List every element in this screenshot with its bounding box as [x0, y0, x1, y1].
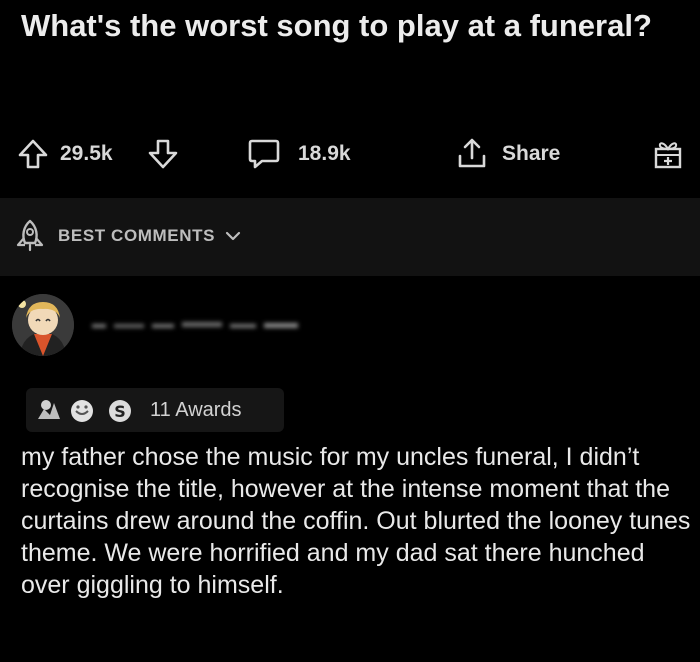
- rocket-icon: [16, 219, 44, 252]
- awards-row[interactable]: S 11 Awards: [26, 388, 284, 432]
- upvote-arrow-icon: [18, 139, 48, 169]
- upvote-button[interactable]: [16, 128, 50, 180]
- svg-text:S: S: [114, 402, 126, 421]
- post-action-bar: 29.5k 18.9k Share: [0, 128, 700, 180]
- comment-count: 18.9k: [298, 142, 351, 165]
- vote-count: 29.5k: [60, 142, 113, 165]
- gift-box-icon: [654, 142, 682, 169]
- wholesome-award-icon: [71, 400, 93, 422]
- blurred-username: [92, 322, 298, 328]
- awards-count: 11 Awards: [150, 398, 242, 421]
- award-button[interactable]: [650, 128, 686, 180]
- comment-sort-bar: BEST COMMENTS: [0, 198, 700, 276]
- share-icon: [458, 138, 486, 168]
- post-title: What's the worst song to play at a funer…: [21, 8, 652, 43]
- comment-header: [10, 292, 690, 364]
- downvote-button[interactable]: [146, 128, 180, 180]
- silver-award-icon: S: [109, 400, 131, 422]
- award-badge-icon: [38, 400, 60, 419]
- comment-body: my father chose the music for my uncles …: [21, 443, 691, 599]
- downvote-arrow-icon: [148, 139, 178, 169]
- avatar-illustration-icon: [12, 294, 74, 356]
- comment-bubble-icon: [248, 139, 280, 169]
- share-label: Share: [502, 142, 561, 165]
- sort-label: BEST COMMENTS: [58, 226, 216, 245]
- user-avatar[interactable]: [12, 294, 74, 356]
- comments-button[interactable]: 18.9k: [246, 128, 351, 180]
- chevron-down-icon: [225, 231, 241, 241]
- share-button[interactable]: Share: [454, 128, 560, 180]
- sort-dropdown[interactable]: BEST COMMENTS: [12, 216, 243, 256]
- award-icons-group: S: [38, 400, 131, 422]
